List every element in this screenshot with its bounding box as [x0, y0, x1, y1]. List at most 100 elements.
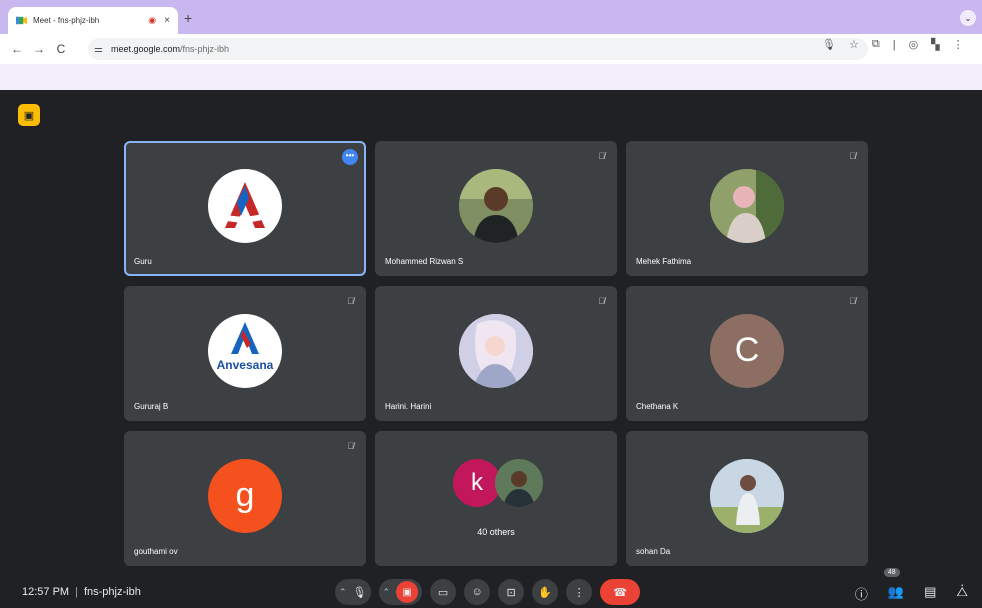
bookmark-bar: [0, 64, 982, 90]
browser-tab-strip: Meet - fns-phjz-ibh ◉ × + ⌄: [0, 0, 982, 34]
participant-tile-harini[interactable]: 🎙̸ Harini. Harini: [375, 286, 617, 421]
tab-close-icon[interactable]: ×: [164, 15, 170, 26]
avatar: Anvesana: [208, 313, 282, 388]
participant-name: Mehek Fathima: [636, 257, 692, 266]
profile-photo: [459, 313, 533, 388]
avatar: [710, 458, 784, 533]
profile-photo: [459, 168, 533, 243]
avatar: [710, 168, 784, 243]
mic-off-icon: 🎙̸: [347, 441, 354, 451]
separator: |: [892, 38, 896, 51]
reactions-button[interactable]: ☺: [464, 579, 491, 605]
recording-indicator-icon: ◉: [148, 15, 157, 25]
participant-tile-sohan[interactable]: sohan Da: [626, 431, 868, 566]
captions-icon: ▭: [437, 586, 449, 599]
avatar: [459, 313, 533, 388]
people-icon: 👥: [887, 584, 905, 599]
participant-count-badge: 48: [883, 568, 900, 577]
reload-button[interactable]: C: [50, 42, 72, 56]
profile-photo: [710, 458, 784, 533]
logo-text: Anvesana: [216, 357, 274, 372]
profile-photo: [495, 459, 543, 507]
mic-icon: 🎙: [352, 586, 367, 599]
site-info-icon[interactable]: ⚌: [94, 44, 103, 55]
tab-title: Meet - fns-phjz-ibh: [33, 16, 100, 25]
avatar: k: [453, 459, 501, 507]
browser-tab-meet[interactable]: Meet - fns-phjz-ibh ◉ ×: [8, 7, 178, 34]
back-button[interactable]: ←: [6, 42, 28, 56]
participant-name: Chethana K: [636, 402, 679, 411]
avatar: g: [208, 458, 282, 533]
address-bar[interactable]: ⚌ meet.google.com/fns-phjz-ibh: [88, 38, 868, 60]
participant-tile-guru[interactable]: ••• Guru: [124, 141, 366, 276]
more-options-button[interactable]: ⋮: [566, 579, 593, 605]
mic-off-icon: 🎙̸: [849, 151, 856, 161]
mic-off-icon: 🎙̸: [849, 296, 856, 306]
new-tab-button[interactable]: +: [184, 10, 192, 26]
chat-icon[interactable]: ▤: [924, 584, 936, 603]
people-button[interactable]: 48 👥: [883, 568, 905, 603]
profile-icon[interactable]: ◎: [909, 38, 919, 51]
avatar: [208, 168, 282, 243]
participant-tile-others[interactable]: k 40 others: [375, 431, 617, 566]
others-avatars: k: [375, 459, 617, 519]
meeting-code: fns-phjz-ibh: [83, 586, 141, 598]
camera-button[interactable]: ⌃ ▣: [378, 579, 423, 605]
participant-name: gouthami ov: [134, 547, 178, 556]
forward-button[interactable]: →: [28, 42, 50, 56]
clock-time: 12:57 PM: [22, 586, 70, 598]
leave-call-button[interactable]: ☎: [600, 579, 641, 605]
camera-off-badge-icon[interactable]: ▣: [18, 104, 40, 126]
avatar: [495, 459, 543, 507]
mic-off-icon: 🎙̸: [598, 296, 605, 306]
participant-name: Harini. Harini: [385, 402, 432, 411]
logo-icon: [231, 321, 259, 354]
meeting-details-icon[interactable]: ⓘ: [855, 584, 868, 603]
audio-options-icon[interactable]: ⌃: [339, 587, 347, 598]
participant-name: Guru: [134, 257, 152, 266]
profile-photo: [710, 168, 784, 243]
meet-favicon-icon: [16, 16, 27, 25]
others-count-label: 40 others: [477, 527, 515, 537]
extension-avatar-icon[interactable]: ▚: [931, 38, 939, 51]
side-panel-buttons: ⓘ 48 👥 ▤ ⧊: [855, 568, 968, 603]
toolbar-actions: 🎙 ☆ ⧉ | ◎ ▚ ⋮: [822, 38, 964, 51]
participant-tile-mohammed[interactable]: 🎙̸ Mohammed Rizwan S: [375, 141, 617, 276]
captions-button[interactable]: ▭: [430, 579, 457, 605]
call-controls: ⌃ 🎙 ⌃ ▣ ▭ ☺ ⊡ ✋ ⋮ ☎: [335, 579, 641, 605]
browser-menu-icon[interactable]: ⋮: [953, 38, 964, 51]
url-path: /fns-phjz-ibh: [180, 44, 230, 54]
avatar: [459, 168, 533, 243]
logo-icon: [223, 181, 269, 228]
more-options-icon[interactable]: •••: [342, 149, 358, 165]
emoji-icon: ☺: [471, 586, 483, 598]
mic-permission-icon[interactable]: 🎙: [822, 38, 836, 51]
mic-off-icon: 🎙̸: [347, 296, 354, 306]
end-call-icon: ☎: [613, 586, 627, 599]
bookmark-star-icon[interactable]: ☆: [849, 38, 859, 51]
separator: |: [75, 586, 78, 598]
tab-search-button[interactable]: ⌄: [960, 10, 976, 26]
participant-tile-chethana[interactable]: C 🎙̸ Chethana K: [626, 286, 868, 421]
meeting-info: 12:57 PM | fns-phjz-ibh: [22, 586, 141, 598]
hand-icon: ✋: [538, 586, 552, 599]
participant-name: sohan Da: [636, 547, 671, 556]
mic-off-icon: 🎙̸: [598, 151, 605, 161]
participant-tile-gururaj[interactable]: Anvesana 🎙̸ Gururaj B: [124, 286, 366, 421]
microphone-button[interactable]: ⌃ 🎙: [335, 579, 371, 605]
camera-off-icon: ▣: [396, 581, 419, 603]
participant-tile-mehek[interactable]: 🎙̸ Mehek Fathima: [626, 141, 868, 276]
activities-icon[interactable]: ⧊: [956, 584, 968, 603]
present-screen-icon: ⊡: [506, 586, 516, 599]
present-button[interactable]: ⊡: [498, 579, 525, 605]
video-options-icon[interactable]: ⌃: [383, 587, 391, 598]
more-vert-icon: ⋮: [573, 586, 585, 599]
extensions-icon[interactable]: ⧉: [872, 38, 880, 51]
meeting-controls-bar: 12:57 PM | fns-phjz-ibh ⌃ 🎙 ⌃ ▣ ▭ ☺ ⊡ ✋ ⋮ …: [0, 568, 982, 608]
avatar: C: [710, 313, 784, 388]
participant-name: Mohammed Rizwan S: [385, 257, 464, 266]
participant-name: Gururaj B: [134, 402, 169, 411]
url-host: meet.google.com: [110, 44, 181, 54]
raise-hand-button[interactable]: ✋: [532, 579, 559, 605]
participant-tile-gouthami[interactable]: g 🎙̸ gouthami ov: [124, 431, 366, 566]
